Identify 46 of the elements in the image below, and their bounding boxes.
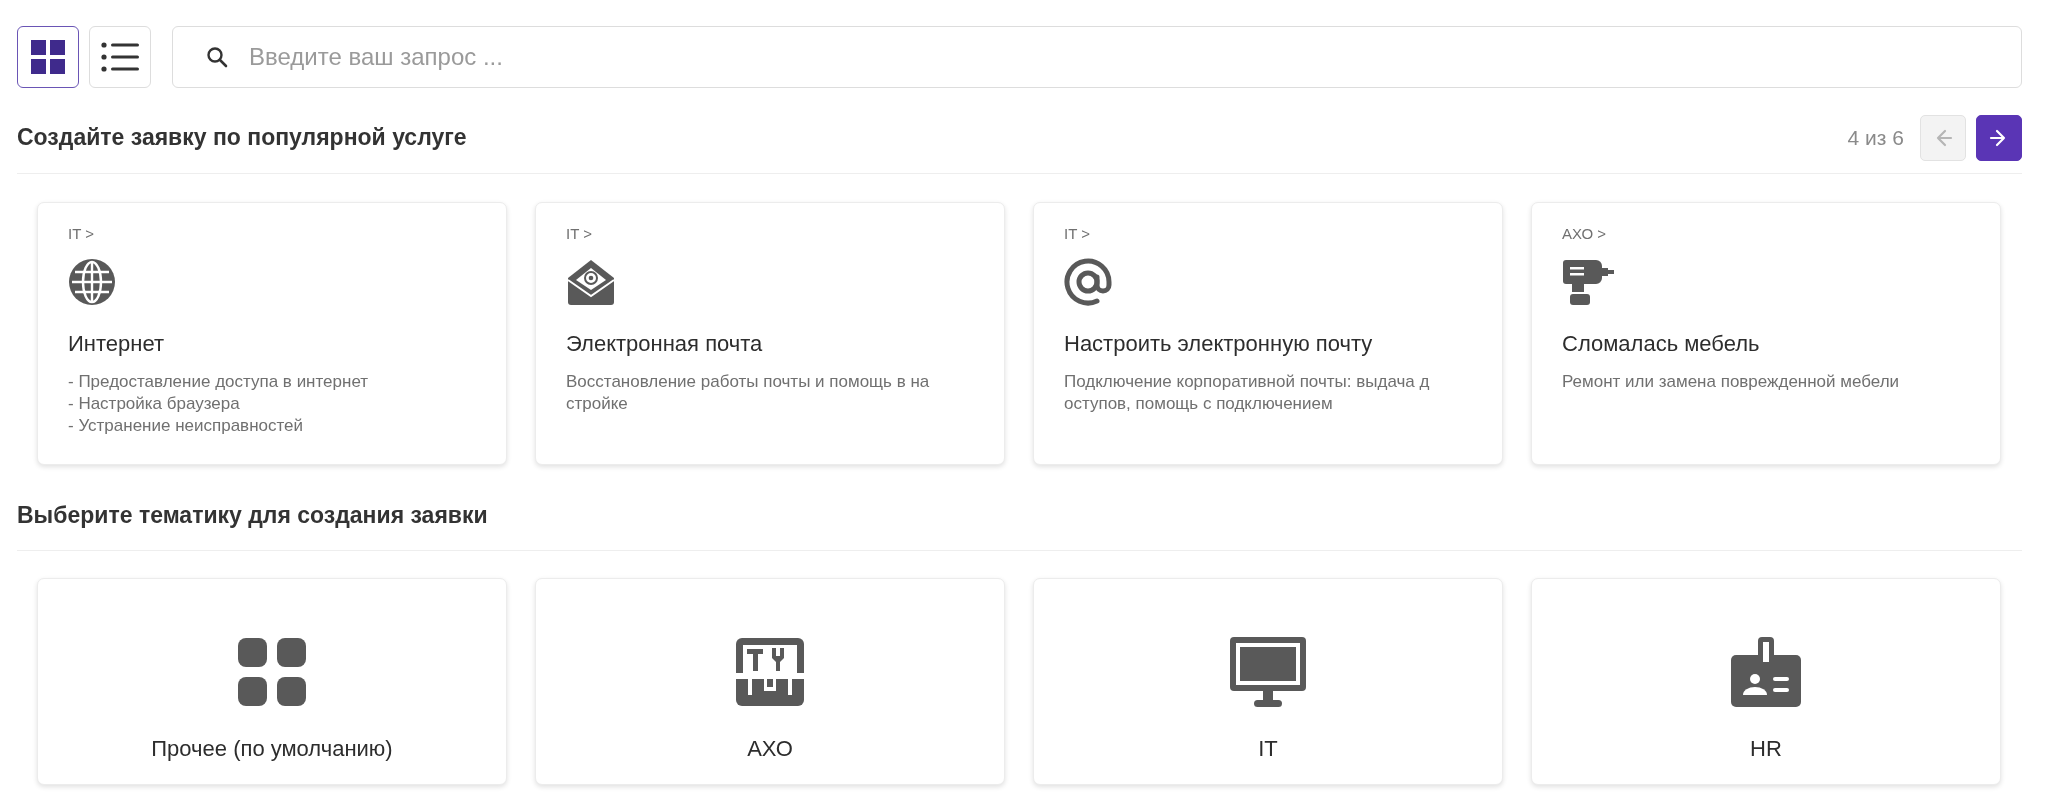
service-description: стройке xyxy=(566,393,628,415)
service-title: Электронная почта xyxy=(566,331,763,357)
category-link[interactable]: АХО > xyxy=(1562,225,1607,242)
topic-label: Прочее (по умолчанию) xyxy=(151,736,393,762)
category-link[interactable]: IT > xyxy=(566,225,592,242)
topic-card[interactable]: HR xyxy=(1531,578,2001,785)
toolbox-icon xyxy=(736,638,804,706)
envelope-icon xyxy=(566,258,616,306)
service-title: Интернет xyxy=(68,331,164,357)
section-title: Выберите тематику для создания заявки xyxy=(17,502,488,529)
next-button[interactable] xyxy=(1976,114,2022,161)
page-counter: 4 из 6 xyxy=(1847,125,1904,150)
globe-icon xyxy=(68,258,116,306)
service-description: Ремонт или замена поврежденной мебели xyxy=(1562,371,1900,393)
topic-label: HR xyxy=(1750,736,1782,762)
monitor-icon xyxy=(1230,637,1306,707)
service-description: - Настройка браузера xyxy=(68,393,240,415)
service-card[interactable]: IT > Настроить электронную почту Подключение корпоративной почты: выдача д оступов, помощь с подключением xyxy=(1033,202,1503,465)
service-card[interactable]: IT > Электронная почта Восстановление работы почты и помощь в на стройке xyxy=(535,202,1005,465)
service-title: Настроить электронную почту xyxy=(1064,331,1373,357)
section-title: Создайте заявку по популярной услуге xyxy=(17,124,467,151)
service-description: Подключение корпоративной почты: выдача д xyxy=(1064,371,1430,393)
drill-icon xyxy=(1562,258,1614,306)
service-description: Восстановление работы почты и помощь в на xyxy=(566,371,930,393)
category-link[interactable]: IT > xyxy=(68,225,94,242)
service-card[interactable]: АХО > Сломалась мебель Ремонт или замена поврежденной мебели xyxy=(1531,202,2001,465)
apps-icon xyxy=(238,638,306,706)
id-badge-icon xyxy=(1731,637,1801,707)
service-title: Сломалась мебель xyxy=(1562,331,1760,357)
grid-icon xyxy=(31,40,65,74)
list-view-button[interactable] xyxy=(89,26,151,88)
service-card[interactable]: IT > Интернет - Предоставление доступа в интернет - Настройка браузера - Устранение неисправностей xyxy=(37,202,507,465)
service-description: - Предоставление доступа в интернет xyxy=(68,371,369,393)
service-description: оступов, помощь с подключением xyxy=(1064,393,1333,415)
at-sign-icon xyxy=(1064,258,1112,306)
topic-card[interactable]: IT xyxy=(1033,578,1503,785)
topic-label: IT xyxy=(1258,736,1278,762)
service-description: - Устранение неисправностей xyxy=(68,415,304,437)
list-icon xyxy=(101,42,139,72)
search-field[interactable]: Введите ваш запрос ... xyxy=(172,26,2022,88)
topic-card[interactable]: Прочее (по умолчанию) xyxy=(37,578,507,785)
topic-label: АХО xyxy=(747,736,793,762)
topic-card[interactable]: АХО xyxy=(535,578,1005,785)
search-icon xyxy=(206,46,228,68)
grid-view-button[interactable] xyxy=(17,26,79,88)
category-link[interactable]: IT > xyxy=(1064,225,1090,242)
